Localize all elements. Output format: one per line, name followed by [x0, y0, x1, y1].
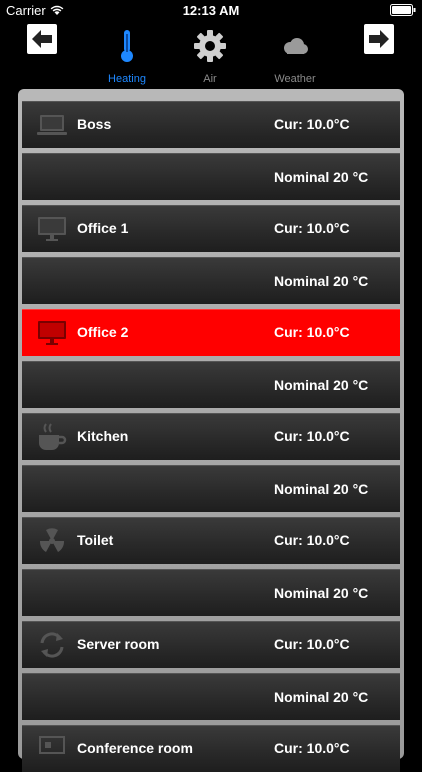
monitor-icon: [36, 318, 68, 348]
nominal-row-kitchen[interactable]: Nominal 20 °C: [22, 465, 400, 512]
nominal-temp: Nominal 20 °C: [274, 169, 369, 185]
room-name: Boss: [77, 116, 112, 132]
sync-arrows-icon: [36, 630, 68, 660]
current-temp: Cur: 10.0°C: [274, 740, 350, 756]
room-row-toilet[interactable]: Toilet Cur: 10.0°C: [22, 517, 400, 564]
back-button[interactable]: [27, 24, 57, 54]
current-temp: Cur: 10.0°C: [274, 324, 350, 340]
tab-weather-label: Weather: [274, 73, 316, 85]
room-row-office-2[interactable]: Office 2 Cur: 10.0°C: [22, 309, 400, 356]
room-name: Server room: [77, 636, 160, 652]
nominal-row-boss[interactable]: Nominal 20 °C: [22, 153, 400, 200]
room-name: Conference room: [77, 740, 193, 756]
nominal-temp: Nominal 20 °C: [274, 377, 369, 393]
arrow-left-icon: [32, 30, 52, 48]
nominal-row-toilet[interactable]: Nominal 20 °C: [22, 569, 400, 616]
presentation-icon: [36, 734, 68, 764]
thermometer-icon: [121, 30, 133, 62]
room-row-office-1[interactable]: Office 1 Cur: 10.0°C: [22, 205, 400, 252]
radiation-icon: [36, 526, 68, 556]
current-temp: Cur: 10.0°C: [274, 116, 350, 132]
tab-heating-label: Heating: [108, 73, 146, 85]
cloud-icon: [284, 38, 308, 54]
current-temp: Cur: 10.0°C: [274, 532, 350, 548]
room-name: Office 1: [77, 220, 129, 236]
nominal-temp: Nominal 20 °C: [274, 481, 369, 497]
nominal-row-office-2[interactable]: Nominal 20 °C: [22, 361, 400, 408]
laptop-icon: [36, 110, 68, 140]
tab-air-label: Air: [203, 73, 217, 85]
room-name: Toilet: [77, 532, 114, 548]
room-row-server-room[interactable]: Server room Cur: 10.0°C: [22, 621, 400, 668]
toolbar: Heating Air Weather: [0, 20, 422, 90]
tab-weather[interactable]: Weather: [255, 20, 335, 85]
current-temp: Cur: 10.0°C: [274, 636, 350, 652]
nominal-temp: Nominal 20 °C: [274, 273, 369, 289]
forward-button[interactable]: [364, 24, 394, 54]
status-time: 12:13 AM: [182, 3, 240, 18]
nominal-temp: Nominal 20 °C: [274, 585, 369, 601]
room-name: Office 2: [77, 324, 129, 340]
nominal-row-server-room[interactable]: Nominal 20 °C: [22, 673, 400, 720]
status-bar: Carrier 12:13 AM: [0, 0, 422, 20]
room-row-kitchen[interactable]: Kitchen Cur: 10.0°C: [22, 413, 400, 460]
arrow-right-icon: [369, 30, 389, 48]
battery-icon: [390, 4, 416, 16]
current-temp: Cur: 10.0°C: [274, 428, 350, 444]
gear-icon: [194, 30, 226, 62]
tab-heating[interactable]: Heating: [87, 20, 167, 85]
nominal-row-office-1[interactable]: Nominal 20 °C: [22, 257, 400, 304]
monitor-icon: [36, 214, 68, 244]
tab-air[interactable]: Air: [170, 20, 250, 85]
room-row-boss[interactable]: Boss Cur: 10.0°C: [22, 101, 400, 148]
room-name: Kitchen: [77, 428, 129, 444]
current-temp: Cur: 10.0°C: [274, 220, 350, 236]
nominal-temp: Nominal 20 °C: [274, 689, 369, 705]
room-row-conference-room[interactable]: Conference room Cur: 10.0°C: [22, 725, 400, 772]
coffee-cup-icon: [36, 422, 68, 452]
